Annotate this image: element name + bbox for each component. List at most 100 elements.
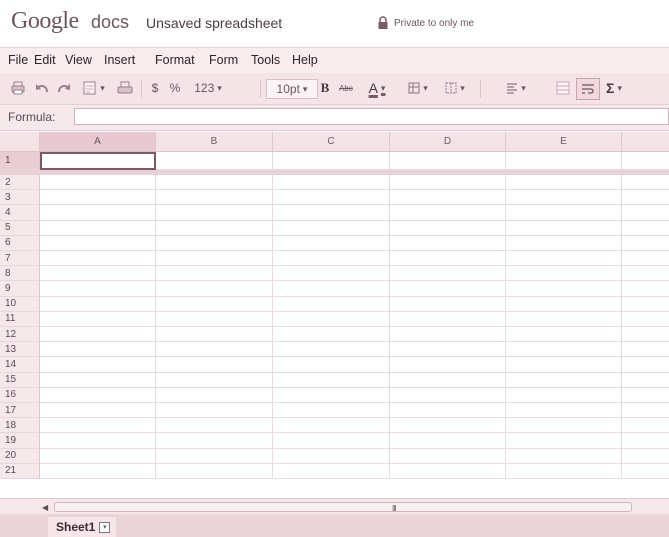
row-header-11[interactable]: 11: [0, 311, 40, 327]
row-header-16[interactable]: 16: [0, 387, 40, 403]
cell[interactable]: [156, 418, 273, 434]
cell[interactable]: [40, 342, 156, 358]
currency-format-button[interactable]: $: [148, 78, 162, 98]
cell[interactable]: [273, 403, 390, 419]
number-format-dropdown[interactable]: 123: [188, 78, 228, 98]
cell[interactable]: [273, 235, 390, 251]
cell[interactable]: [273, 433, 390, 449]
cell[interactable]: [156, 266, 273, 282]
row-header-2[interactable]: 2: [0, 175, 40, 191]
cell[interactable]: [40, 251, 156, 267]
cell[interactable]: [390, 372, 506, 388]
cell[interactable]: [506, 463, 622, 479]
row-header-6[interactable]: 6: [0, 235, 40, 251]
row-header-13[interactable]: 13: [0, 342, 40, 358]
paint-format-icon[interactable]: [80, 78, 108, 98]
redo-icon[interactable]: [56, 78, 72, 98]
cell[interactable]: [622, 251, 669, 267]
row-header-21[interactable]: 21: [0, 463, 40, 479]
row-header-15[interactable]: 15: [0, 372, 40, 388]
cell[interactable]: [622, 152, 669, 170]
cell[interactable]: [40, 327, 156, 343]
menu-insert[interactable]: Insert: [104, 53, 135, 67]
cell[interactable]: [40, 205, 156, 221]
row-header-7[interactable]: 7: [0, 251, 40, 267]
cell[interactable]: [390, 448, 506, 464]
cell[interactable]: [506, 220, 622, 236]
cell[interactable]: [506, 311, 622, 327]
cell[interactable]: [622, 357, 669, 373]
borders-icon[interactable]: [441, 78, 469, 98]
cell[interactable]: [156, 357, 273, 373]
cell[interactable]: [622, 448, 669, 464]
cell[interactable]: [506, 418, 622, 434]
cell[interactable]: [273, 372, 390, 388]
cell[interactable]: [622, 266, 669, 282]
cell[interactable]: [40, 448, 156, 464]
strikethrough-button[interactable]: Abc: [336, 78, 356, 98]
cell[interactable]: [622, 311, 669, 327]
row-header-4[interactable]: 4: [0, 205, 40, 221]
row-header-3[interactable]: 3: [0, 190, 40, 206]
cell[interactable]: [390, 403, 506, 419]
cell[interactable]: [273, 296, 390, 312]
scroll-left-arrow-icon[interactable]: ◀: [42, 503, 48, 512]
cell[interactable]: [390, 190, 506, 206]
cell[interactable]: [390, 205, 506, 221]
cell[interactable]: [390, 281, 506, 297]
select-all-corner[interactable]: [0, 132, 40, 152]
cell[interactable]: [273, 357, 390, 373]
cell[interactable]: [40, 296, 156, 312]
cell[interactable]: [622, 327, 669, 343]
cell[interactable]: [40, 235, 156, 251]
cell[interactable]: [622, 220, 669, 236]
cell[interactable]: [273, 281, 390, 297]
cell[interactable]: [390, 152, 506, 170]
cell[interactable]: [506, 152, 622, 170]
cell[interactable]: [273, 266, 390, 282]
cell[interactable]: [506, 387, 622, 403]
cell[interactable]: [622, 190, 669, 206]
sharing-status[interactable]: Private to only me: [394, 18, 474, 29]
column-header-b[interactable]: B: [156, 132, 273, 152]
cell[interactable]: [622, 403, 669, 419]
column-header[interactable]: [622, 132, 669, 152]
cell[interactable]: [390, 235, 506, 251]
cell[interactable]: [506, 403, 622, 419]
cell[interactable]: [622, 281, 669, 297]
menu-tools[interactable]: Tools: [251, 53, 280, 67]
cell[interactable]: [390, 251, 506, 267]
cell[interactable]: [156, 175, 273, 191]
cell[interactable]: [506, 342, 622, 358]
cell[interactable]: [40, 418, 156, 434]
cell[interactable]: [156, 152, 273, 170]
bold-button[interactable]: B: [318, 78, 332, 98]
column-header-a[interactable]: A: [40, 132, 156, 152]
cell[interactable]: [40, 372, 156, 388]
cell[interactable]: [40, 175, 156, 191]
cell[interactable]: [506, 281, 622, 297]
cell[interactable]: [506, 190, 622, 206]
cell[interactable]: [156, 448, 273, 464]
cell[interactable]: [390, 433, 506, 449]
cell[interactable]: [622, 387, 669, 403]
cell[interactable]: [156, 463, 273, 479]
cell[interactable]: [156, 327, 273, 343]
cell[interactable]: [273, 220, 390, 236]
cell[interactable]: [506, 433, 622, 449]
cell[interactable]: [622, 205, 669, 221]
row-header-19[interactable]: 19: [0, 433, 40, 449]
cell[interactable]: [273, 463, 390, 479]
cell[interactable]: [390, 266, 506, 282]
menu-view[interactable]: View: [65, 53, 92, 67]
cell[interactable]: [390, 418, 506, 434]
cell[interactable]: [273, 152, 390, 170]
percent-format-button[interactable]: %: [168, 78, 182, 98]
cell[interactable]: [506, 251, 622, 267]
cell[interactable]: [506, 296, 622, 312]
cell[interactable]: [156, 342, 273, 358]
cell[interactable]: [273, 387, 390, 403]
menu-form[interactable]: Form: [209, 53, 238, 67]
cell[interactable]: [622, 235, 669, 251]
cell[interactable]: [622, 418, 669, 434]
